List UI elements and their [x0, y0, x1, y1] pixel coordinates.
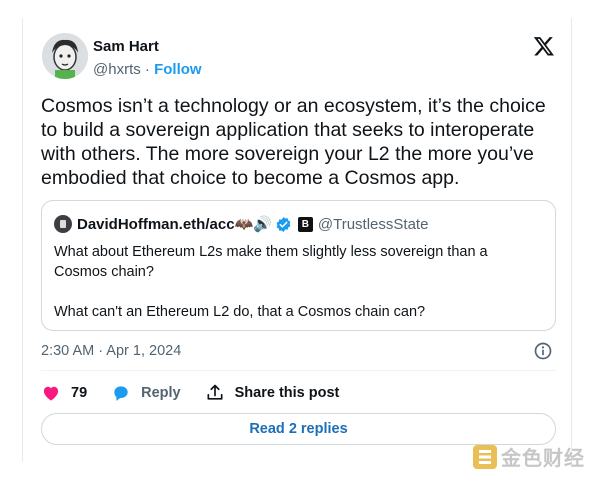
follow-button[interactable]: Follow	[154, 61, 202, 78]
share-button[interactable]: Share this post	[205, 383, 340, 403]
read-replies-button[interactable]: Read 2 replies	[41, 413, 556, 445]
x-logo-icon[interactable]	[533, 35, 555, 57]
author-name[interactable]: Sam Hart	[93, 38, 202, 56]
quoted-author-handle: @TrustlessState	[317, 215, 429, 233]
share-icon	[207, 384, 223, 400]
quoted-avatar	[54, 215, 72, 233]
like-button[interactable]: 79	[41, 383, 87, 403]
divider	[41, 370, 556, 371]
author-handle-line: @hxrts · Follow	[93, 61, 202, 79]
author-block: Sam Hart @hxrts · Follow	[93, 38, 202, 79]
tweet-card: Sam Hart @hxrts · Follow Cosmos isn’t a …	[22, 18, 572, 462]
reply-bubble-icon	[114, 386, 128, 401]
quoted-tweet[interactable]: DavidHoffman.eth/acc🦇🔊 B @TrustlessState…	[41, 200, 556, 331]
quoted-paragraph: What about Ethereum L2s make them slight…	[54, 244, 488, 280]
action-bar: 79 Reply Share this post	[41, 382, 363, 404]
heart-icon	[43, 386, 59, 401]
like-count: 79	[71, 385, 88, 401]
quoted-text: What about Ethereum L2s make them slight…	[54, 242, 544, 322]
avatar[interactable]	[42, 33, 88, 79]
tweet-text: Cosmos isn’t a technology or an ecosyste…	[41, 95, 546, 189]
watermark-logo-icon	[473, 444, 497, 469]
quoted-header: DavidHoffman.eth/acc🦇🔊 B @TrustlessState	[54, 214, 428, 234]
reply-button[interactable]: Reply	[111, 383, 181, 403]
quoted-author-name: DavidHoffman.eth/acc🦇🔊	[77, 216, 272, 233]
affiliate-badge: B	[297, 216, 313, 232]
quoted-paragraph: What can't an Ethereum L2 do, that a Cos…	[54, 304, 426, 320]
reply-label: Reply	[141, 385, 181, 401]
watermark-text: 金色财经	[501, 446, 585, 470]
info-icon[interactable]	[533, 341, 553, 361]
watermark: 金色财经	[473, 442, 585, 471]
verified-badge-icon	[276, 216, 291, 232]
separator: ·	[144, 61, 150, 78]
share-label: Share this post	[234, 385, 340, 401]
author-handle[interactable]: @hxrts	[93, 61, 141, 78]
timestamp[interactable]: 2:30 AM · Apr 1, 2024	[41, 343, 181, 359]
